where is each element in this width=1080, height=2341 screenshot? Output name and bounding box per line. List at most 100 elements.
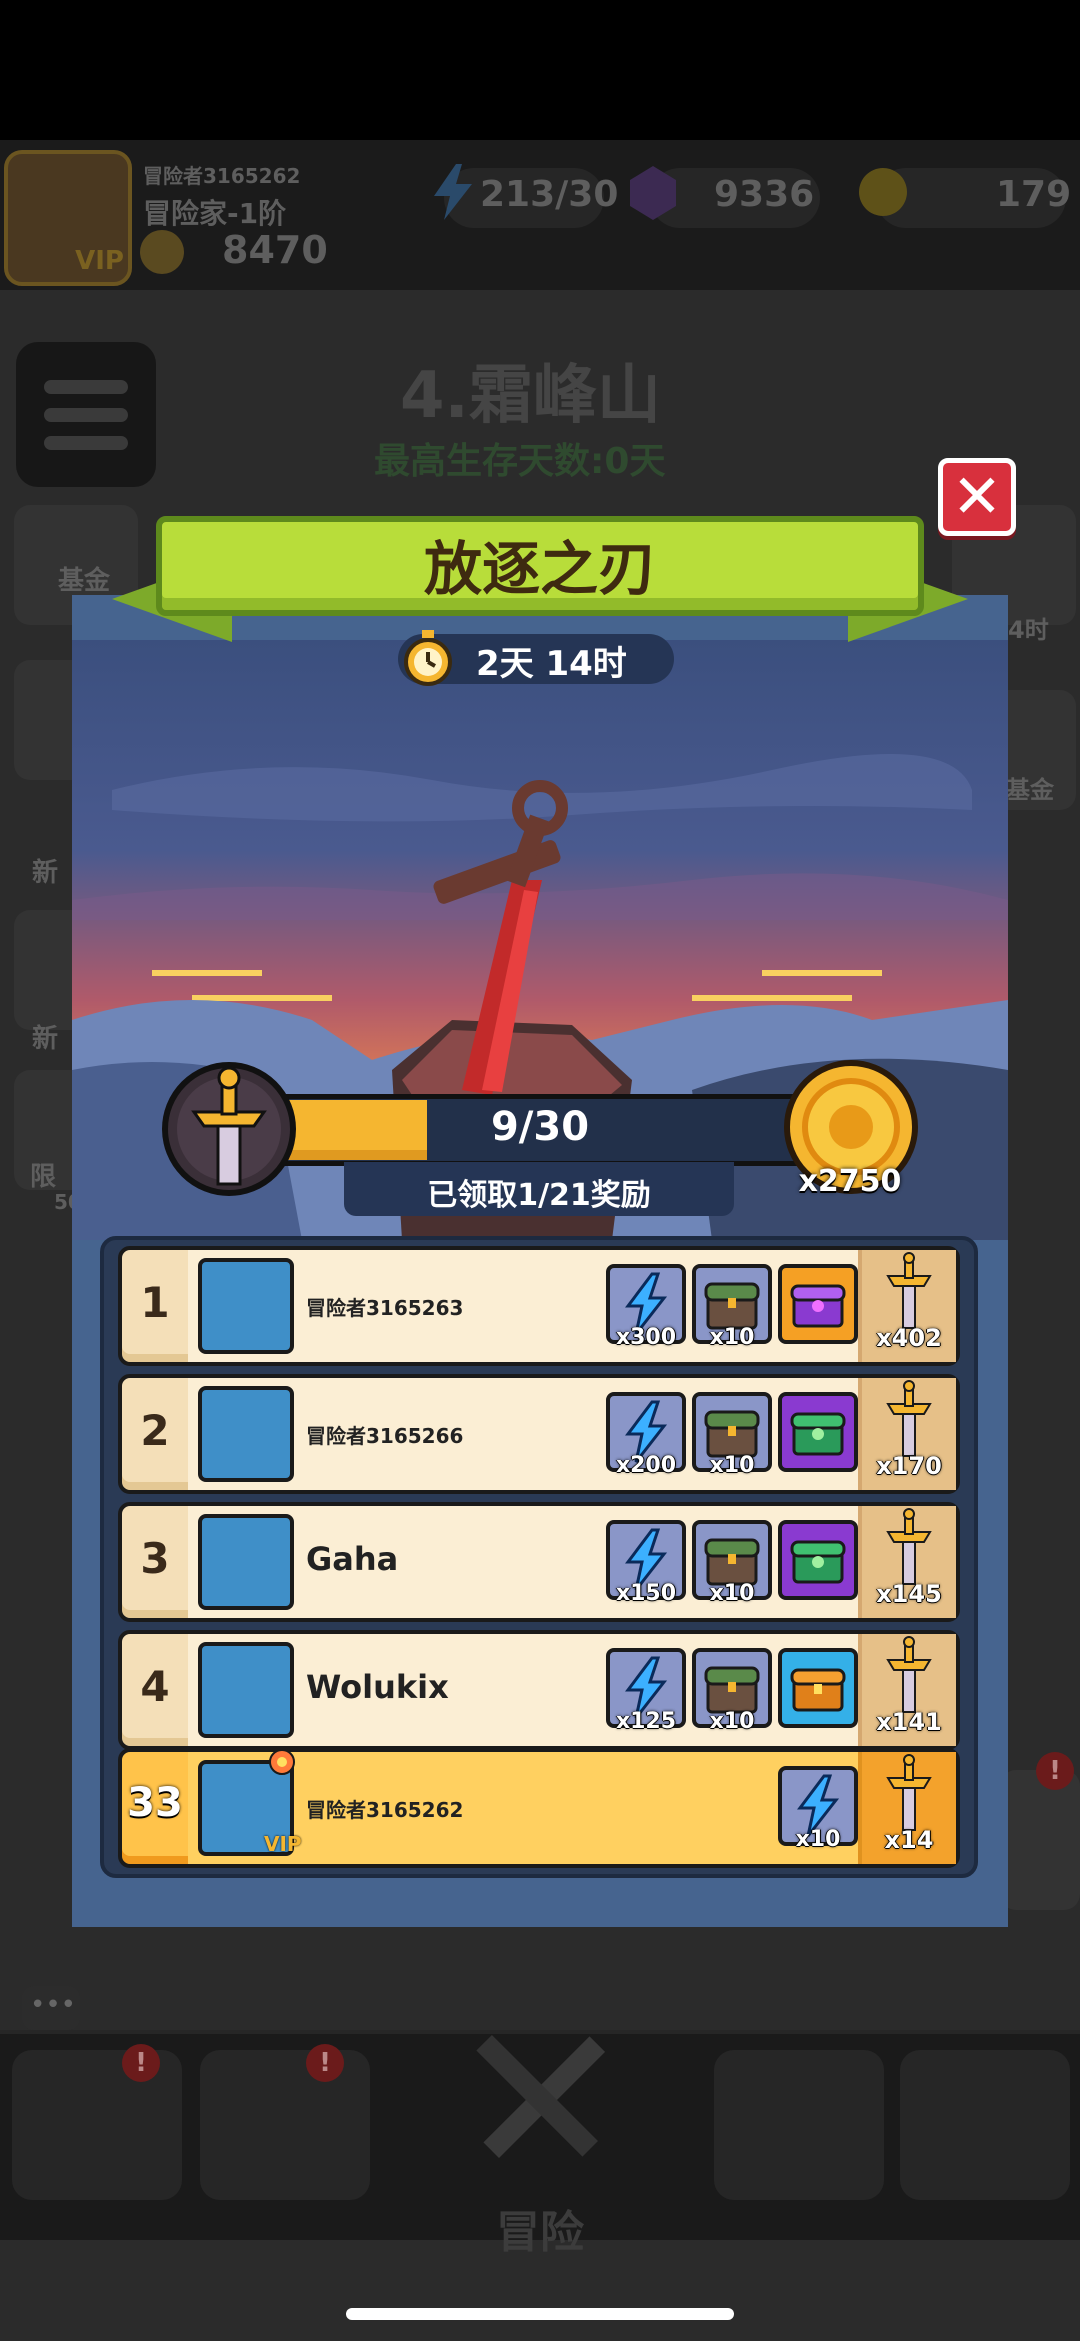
item-quantity: x150 (615, 1581, 677, 1606)
chest-reward-item[interactable]: x10 (692, 1392, 772, 1478)
player-name: Wolukix (306, 1668, 449, 1706)
rank-number: 2 (140, 1406, 170, 1455)
energy-reward-item[interactable]: x10 (778, 1766, 858, 1852)
gem-value: 9336 (714, 174, 815, 215)
sword-icon (886, 1252, 932, 1329)
claimed-rewards-text: 已领取1/21奖励 (427, 1178, 651, 1213)
side-new-label: 新 (32, 858, 59, 888)
side-limited-label: 限 (30, 1162, 57, 1192)
sword-icon (886, 1508, 932, 1585)
my-rank-number: 33 (127, 1780, 183, 1826)
sword-quantity: x141 (876, 1708, 942, 1736)
stopwatch-icon (404, 630, 452, 686)
leaderboard-row[interactable]: 1 冒险者3165263 x300 x10 x402 (118, 1246, 960, 1366)
progress-text: 9/30 (490, 1104, 590, 1150)
equipment-badge: ! (306, 2044, 344, 2082)
gem-icon (630, 166, 676, 220)
player-avatar[interactable]: VIP (4, 150, 132, 286)
shop-badge: ! (122, 2044, 160, 2082)
energy-reward-item[interactable]: x300 (606, 1264, 686, 1350)
item-quantity: x300 (615, 1325, 677, 1350)
sword-reward-cell: x14 (858, 1752, 956, 1864)
flower-icon (269, 1749, 295, 1775)
player-name: 冒险者3165262 (143, 164, 301, 188)
player-avatar (198, 1386, 294, 1482)
sword-quantity: x402 (876, 1324, 942, 1352)
side-new-label-2: 新 (32, 1024, 59, 1054)
leaderboard-row[interactable]: 4 Wolukix x125 x10 x141 (118, 1630, 960, 1750)
sword-reward-cell: x141 (858, 1634, 956, 1746)
energy-value: 213/30 (480, 174, 619, 215)
sword-icon (886, 1636, 932, 1713)
chat-icon: ••• (30, 1990, 77, 2020)
item-quantity: x10 (709, 1709, 755, 1734)
energy-reward-item[interactable]: x200 (606, 1392, 686, 1478)
nav-tab-adventure[interactable]: 冒险 (496, 2196, 584, 2260)
leaderboard-row[interactable]: 3 Gaha x150 x10 x145 (118, 1502, 960, 1622)
side-fund-label: 基金 (58, 566, 111, 596)
my-name: 冒险者3165262 (306, 1798, 464, 1822)
player-rank: 冒险家-1阶 (143, 197, 287, 230)
rank-number: 3 (140, 1534, 170, 1583)
home-indicator[interactable] (346, 2308, 734, 2320)
coin-reward-amount: x2750 (798, 1164, 902, 1199)
chest-reward-item[interactable]: x10 (692, 1648, 772, 1734)
player-name: Gaha (306, 1540, 399, 1578)
nav-tab-vault[interactable] (900, 2050, 1070, 2200)
modal-title: 放逐之刃 (423, 535, 656, 603)
green-chest-icon (790, 1412, 846, 1456)
sword-icon (886, 1754, 932, 1831)
nav-tab-equipment[interactable] (200, 2050, 370, 2200)
orange-chest-icon (790, 1668, 846, 1712)
energy-reward-item[interactable]: x150 (606, 1520, 686, 1606)
my-rank-row[interactable]: 33 VIP 冒险者3165262 x10 x14 (118, 1748, 960, 1868)
leaderboard-row[interactable]: 2 冒险者3165266 x200 x10 x170 (118, 1374, 960, 1494)
player-avatar (198, 1258, 294, 1354)
vip-label: VIP (75, 246, 124, 276)
timer-text: 2天 14时 (476, 644, 627, 684)
menu-icon-line (44, 408, 128, 422)
vip-badge: VIP (264, 1832, 302, 1856)
purple-chest-icon (790, 1284, 846, 1328)
sword-reward-cell: x402 (858, 1250, 956, 1362)
chest-reward-item[interactable]: x10 (692, 1520, 772, 1606)
item-quantity: x10 (709, 1453, 755, 1478)
crossed-swords-icon (476, 2034, 606, 2158)
sword-reward-cell: x145 (858, 1506, 956, 1618)
coin-value: 179 (996, 174, 1072, 215)
power-icon (140, 230, 184, 274)
common-chest-reward-item[interactable] (778, 1648, 858, 1728)
energy-icon (434, 164, 472, 220)
item-quantity: x10 (709, 1581, 755, 1606)
rank-number: 1 (140, 1278, 170, 1327)
player-avatar (198, 1514, 294, 1610)
sword-quantity: x14 (884, 1826, 934, 1854)
close-button[interactable]: ✕ (938, 458, 1016, 536)
item-quantity: x10 (795, 1827, 841, 1852)
stage-title: 4.霜峰山 (400, 359, 661, 433)
item-quantity: x125 (615, 1709, 677, 1734)
sword-reward-cell: x170 (858, 1378, 956, 1490)
sword-icon (886, 1380, 932, 1457)
coin-icon (859, 168, 907, 216)
stage-subtitle: 最高生存天数:0天 (374, 441, 666, 482)
item-quantity: x200 (615, 1453, 677, 1478)
side-fund-label-right: 基金 (1006, 776, 1054, 804)
energy-reward-item[interactable]: x125 (606, 1648, 686, 1734)
green-chest-icon (790, 1540, 846, 1584)
player-name: 冒险者3165263 (306, 1296, 464, 1320)
notification-badge: ! (1036, 1752, 1074, 1790)
player-name: 冒险者3165266 (306, 1424, 464, 1448)
close-icon: ✕ (951, 462, 1003, 532)
player-avatar (198, 1642, 294, 1738)
nav-tab-upgrade[interactable] (714, 2050, 884, 2200)
rare-chest-reward-item[interactable] (778, 1392, 858, 1472)
menu-icon-line (44, 436, 128, 450)
side-button-right-bottom[interactable] (1000, 1770, 1080, 1910)
menu-icon (44, 380, 128, 394)
side-timer-label: 4时 (1008, 616, 1049, 644)
rare-chest-reward-item[interactable] (778, 1520, 858, 1600)
sword-medal-icon (162, 1062, 296, 1196)
chest-reward-item[interactable]: x10 (692, 1264, 772, 1350)
epic-chest-reward-item[interactable] (778, 1264, 858, 1344)
